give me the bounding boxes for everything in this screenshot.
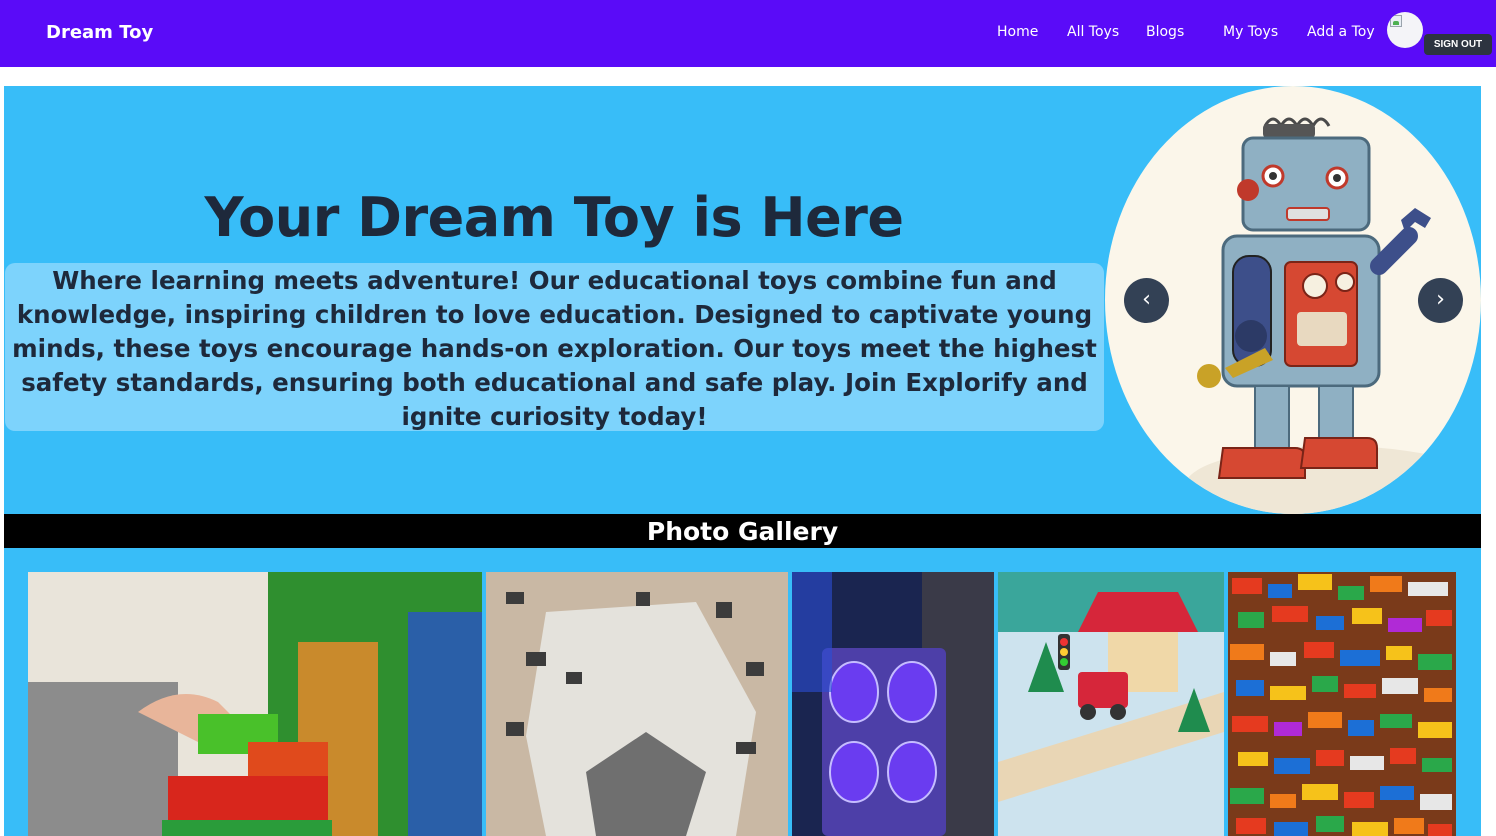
gallery-photo-blocks[interactable] (28, 572, 482, 836)
hero-description: Where learning meets adventure! Our educ… (5, 263, 1104, 431)
gallery-photo-lego[interactable] (1228, 572, 1456, 836)
broken-image-icon (1390, 15, 1402, 27)
signout-button[interactable]: SIGN OUT (1424, 34, 1492, 55)
hero-carousel: ‹ › (1105, 86, 1481, 514)
nav-home[interactable]: Home (997, 24, 1038, 40)
gallery-photo-science[interactable] (792, 572, 994, 836)
carousel-prev-button[interactable]: ‹ (1124, 278, 1169, 323)
hero-title: Your Dream Toy is Here (204, 186, 905, 249)
hero-banner: Your Dream Toy is Here Where learning me… (4, 86, 1481, 514)
navbar: Dream Toy Home All Toys Blogs My Toys Ad… (0, 0, 1496, 67)
brand-logo[interactable]: Dream Toy (46, 22, 153, 43)
avatar[interactable] (1387, 12, 1423, 48)
nav-all-toys[interactable]: All Toys (1067, 24, 1119, 40)
gallery-photo-puzzle[interactable] (486, 572, 788, 836)
photo-gallery (4, 548, 1481, 836)
gallery-header: Photo Gallery (4, 514, 1481, 548)
gallery-title: Photo Gallery (646, 517, 839, 546)
gallery-photo-toy-town[interactable] (998, 572, 1224, 836)
carousel-next-button[interactable]: › (1418, 278, 1463, 323)
nav-my-toys[interactable]: My Toys (1223, 24, 1278, 40)
nav-blogs[interactable]: Blogs (1146, 24, 1184, 40)
nav-add-toy[interactable]: Add a Toy (1307, 24, 1375, 40)
